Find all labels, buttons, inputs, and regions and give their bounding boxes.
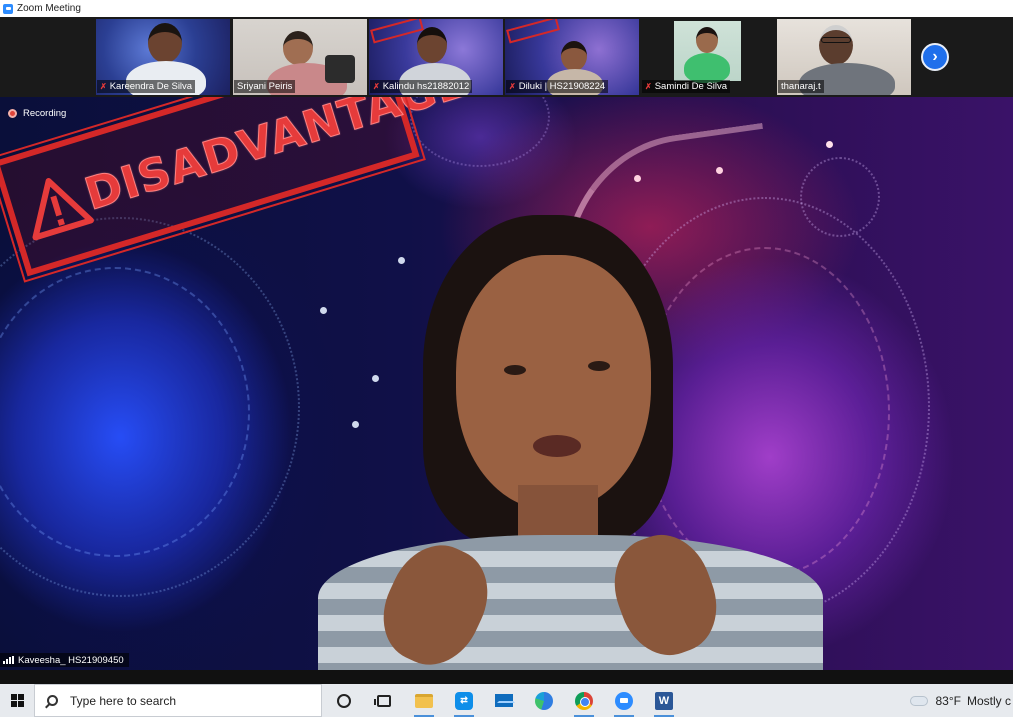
cortana-button[interactable] (324, 684, 364, 717)
mic-muted-icon: ✗ (100, 82, 107, 91)
word-button[interactable]: W (644, 684, 684, 717)
zoom-app-icon (3, 3, 13, 14)
participant-nameplate: thanaraj.t (778, 80, 824, 93)
participant-tile[interactable]: thanaraj.t (777, 19, 911, 95)
edge-icon (535, 691, 553, 710)
participant-video (674, 21, 741, 83)
title-bar: Zoom Meeting (0, 0, 1013, 17)
task-view-button[interactable] (364, 684, 404, 717)
mail-icon (495, 694, 515, 707)
zoom-button[interactable] (604, 684, 644, 717)
chevron-right-icon[interactable]: › (921, 43, 949, 71)
teamviewer-icon: ⇄ (455, 691, 473, 710)
meeting-control-strip (0, 670, 1013, 684)
zoom-icon (615, 691, 633, 710)
file-explorer-button[interactable] (404, 684, 444, 717)
stamp-thumbnail (370, 19, 424, 44)
stamp-thumbnail (506, 19, 560, 44)
participant-video (148, 23, 182, 63)
participant-video (283, 31, 313, 65)
participant-video (819, 25, 853, 65)
participant-video (417, 27, 447, 63)
participant-tile[interactable]: ✗ Diluki | HS21908224 (505, 19, 639, 95)
start-button[interactable] (0, 684, 34, 717)
participant-nameplate: Sriyani Peiris (234, 80, 296, 93)
participant-tile[interactable]: ✗ Samindi De Silva (641, 19, 775, 95)
teamviewer-button[interactable]: ⇄ (444, 684, 484, 717)
active-speaker-video: Recording DISADVANTAGE Kaveesha_ HS21909… (0, 97, 1013, 670)
chrome-icon (575, 691, 593, 710)
participant-nameplate: ✗ Samindi De Silva (642, 80, 731, 93)
mail-button[interactable] (484, 684, 524, 717)
weather-widget[interactable]: 83°F Mostly c (907, 684, 1013, 717)
task-view-icon (374, 694, 391, 707)
speaker-figure (318, 215, 823, 670)
search-input[interactable]: Type here to search (34, 684, 322, 717)
participant-tile[interactable]: ✗ Kalindu hs21882012 (369, 19, 503, 95)
participant-nameplate: ✗ Kalindu hs21882012 (370, 80, 473, 93)
partly-cloudy-icon (907, 690, 928, 706)
participant-tile[interactable]: Sriyani Peiris (233, 19, 367, 95)
mic-muted-icon: ✗ (509, 82, 516, 91)
participant-tile[interactable]: ✗ Kareendra De Silva (96, 19, 230, 95)
taskbar: Type here to search ⇄ W 83°F Mostly c (0, 684, 1013, 717)
participant-gallery: ✗ Kareendra De Silva Sriyani Peiris ✗ Kali… (0, 17, 1013, 97)
chrome-button[interactable] (564, 684, 604, 717)
word-icon: W (655, 691, 673, 710)
folder-icon (415, 693, 433, 708)
search-icon (47, 695, 58, 706)
record-dot-icon (8, 109, 17, 118)
edge-button[interactable] (524, 684, 564, 717)
mic-muted-icon: ✗ (645, 82, 652, 91)
recording-indicator: Recording (8, 108, 66, 119)
signal-strength-icon (3, 656, 14, 664)
cortana-icon (337, 693, 351, 708)
participant-nameplate: ✗ Diluki | HS21908224 (506, 80, 609, 93)
mic-muted-icon: ✗ (373, 82, 380, 91)
speaker-nameplate: Kaveesha_ HS21909450 (0, 653, 129, 667)
window-title: Zoom Meeting (17, 3, 81, 14)
windows-logo-icon (10, 694, 24, 707)
participant-nameplate: ✗ Kareendra De Silva (97, 80, 196, 93)
participant-video (561, 41, 587, 71)
stamp-text: DISADVANTAGE (79, 97, 474, 220)
